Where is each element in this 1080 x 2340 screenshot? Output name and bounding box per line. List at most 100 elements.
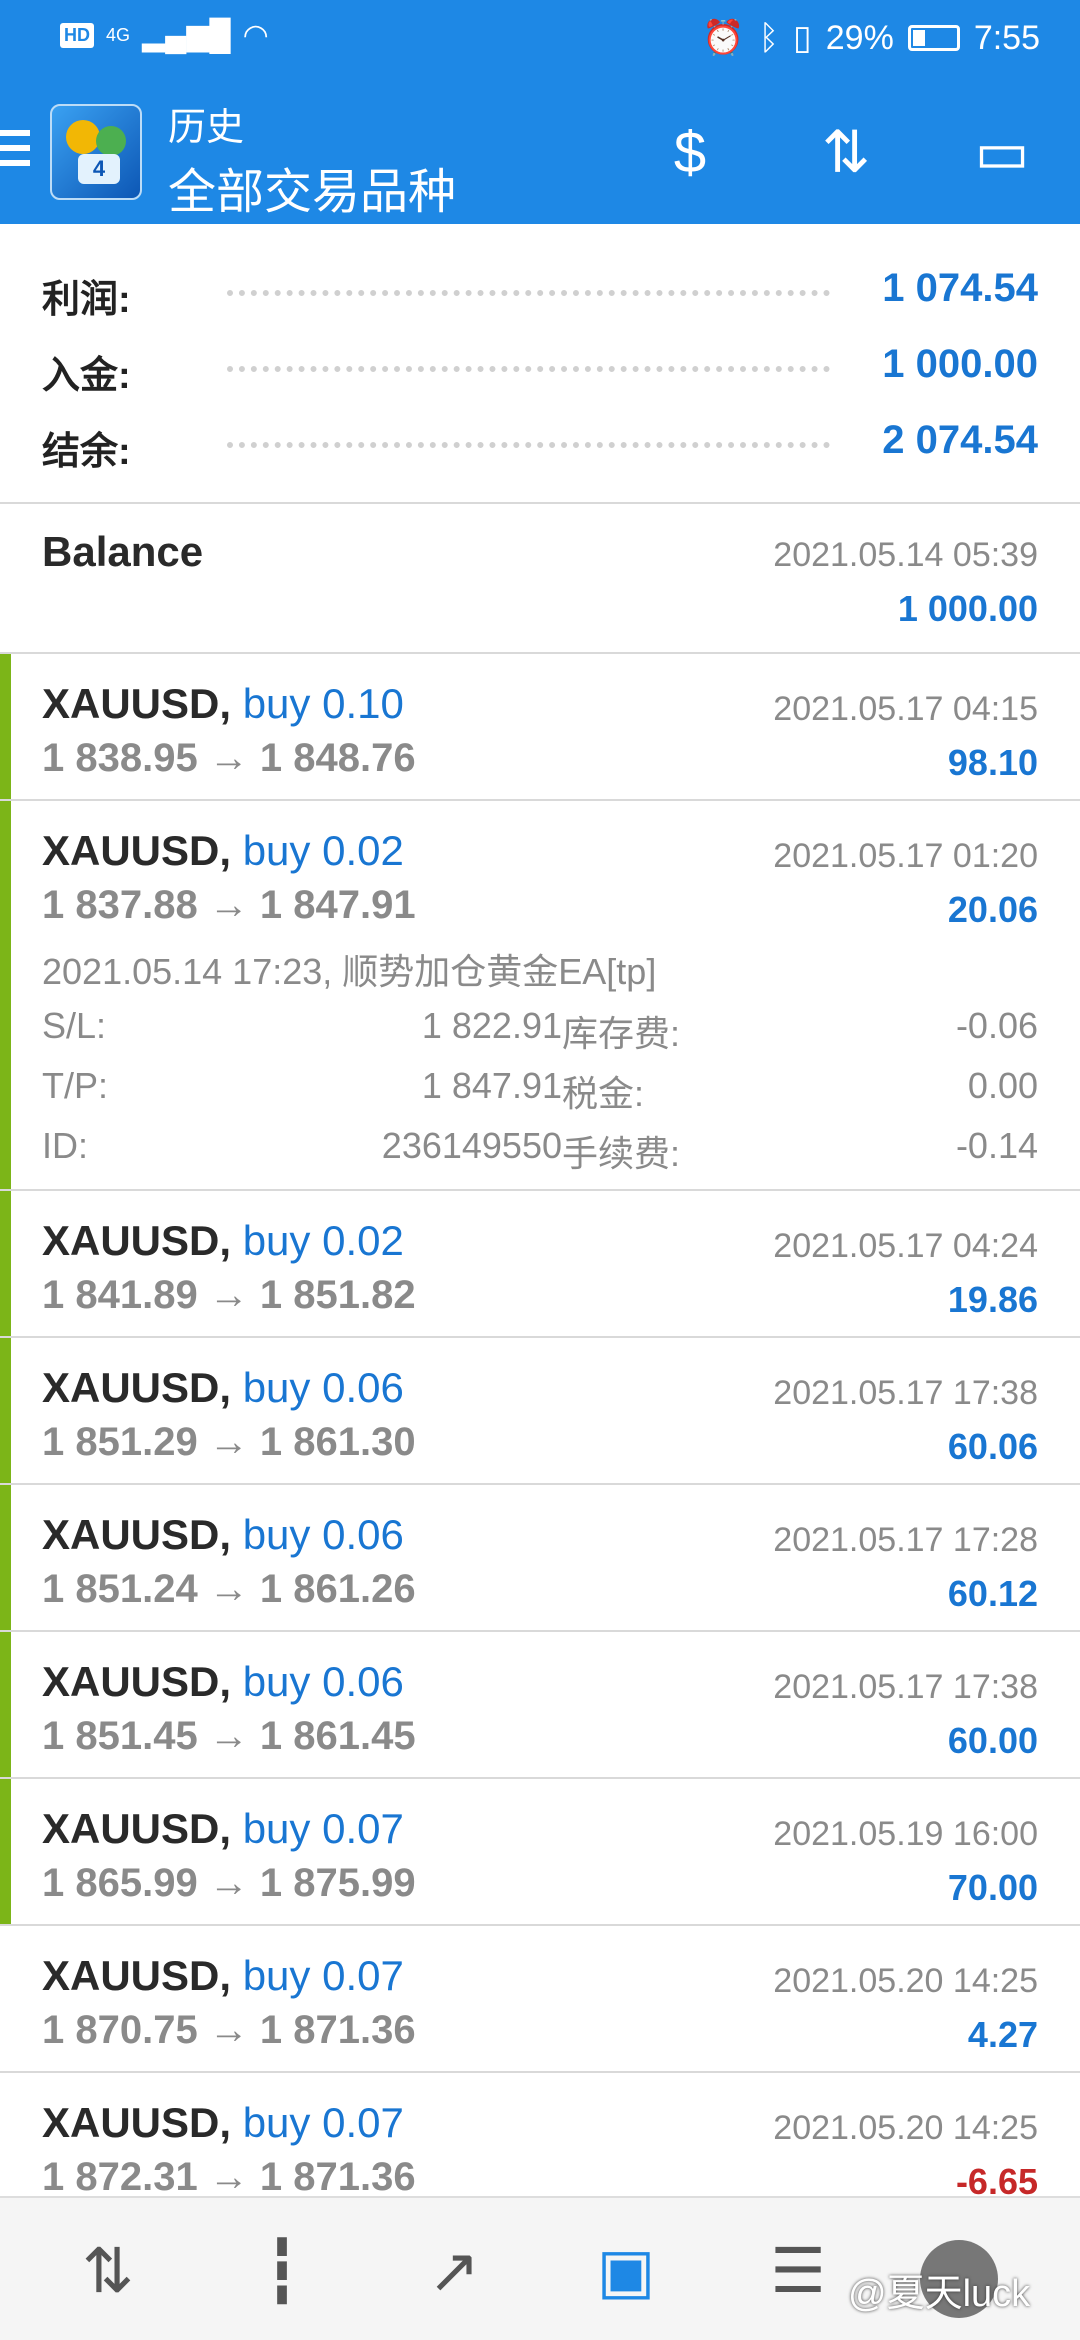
detail-row: S/L: 1 822.91 库存费: -0.06	[42, 1005, 1038, 1055]
trade-row[interactable]: XAUUSD, buy 0.02 1 841.89 → 1 851.82 202…	[0, 1191, 1080, 1338]
trade-profit: 20.06	[947, 889, 1038, 930]
balance-row[interactable]: Balance 2021.05.14 05:39 1 000.00	[0, 504, 1080, 654]
trade-profit: 60.00	[947, 1720, 1038, 1761]
trade-direction: buy 0.07	[242, 1952, 404, 1999]
detail-value: 1 847.91	[421, 1065, 562, 1106]
currency-exchange-icon[interactable]: $	[650, 118, 730, 188]
symbol-text: XAUUSD,	[42, 1805, 232, 1852]
dotted-leader	[227, 442, 830, 448]
symbol-text: XAUUSD,	[42, 1364, 232, 1411]
symbol-text: XAUUSD,	[42, 1511, 232, 1558]
trade-icon[interactable]: ↗	[414, 2232, 494, 2312]
menu-icon[interactable]	[0, 130, 30, 175]
detail-row: T/P: 1 847.91 税金: 0.00	[42, 1065, 1038, 1115]
history-icon[interactable]: ▣	[586, 2232, 666, 2312]
alarm-icon: ⏰	[702, 19, 745, 57]
sort-icon[interactable]: ⇅	[806, 118, 886, 188]
news-icon[interactable]: ☰	[758, 2232, 838, 2312]
summary-profit: 利润: 1 074.54	[42, 260, 1040, 321]
trade-symbol: XAUUSD, buy 0.06	[42, 1658, 404, 1706]
symbol-text: XAUUSD,	[42, 2099, 232, 2146]
detail-key: 税金:	[562, 1073, 645, 1114]
symbol-text: XAUUSD,	[42, 1952, 232, 1999]
detail-key: T/P:	[42, 1065, 109, 1106]
trade-prices: 1 851.29 → 1 861.30	[42, 1420, 416, 1464]
trade-symbol: XAUUSD, buy 0.07	[42, 2099, 404, 2147]
hd-badge: HD	[60, 23, 94, 48]
signal-icon: ▂▄▆█	[142, 19, 231, 52]
trade-symbol: XAUUSD, buy 0.06	[42, 1364, 404, 1412]
app-logo: 4	[50, 104, 142, 200]
status-bar: HD 4G ▂▄▆█ ◠ ⏰ ᛒ ▯ 29% 7:55	[0, 0, 1080, 82]
symbol-filter[interactable]: 全部交易品种	[168, 152, 456, 222]
detail-key: S/L:	[42, 1005, 107, 1046]
summary-panel: 利润: 1 074.54 入金: 1 000.00 结余: 2 074.54	[0, 224, 1080, 504]
detail-value: 1 822.91	[421, 1005, 562, 1046]
detail-key: 库存费:	[562, 1013, 681, 1054]
order-comment: 2021.05.14 17:23, 顺势加仓黄金EA[tp]	[42, 951, 657, 992]
trade-date: 2021.05.17 17:28	[773, 1521, 1038, 1559]
trade-date: 2021.05.17 04:15	[773, 690, 1038, 728]
balance-value: 1 000.00	[897, 588, 1038, 629]
detail-value: 0.00	[967, 1065, 1038, 1106]
trade-date: 2021.05.20 14:25	[773, 2109, 1038, 2147]
battery-icon	[907, 25, 960, 51]
detail-value: 236149550	[381, 1125, 562, 1166]
app-bar: 4 历史 全部交易品种 $ ⇅ ▭	[0, 82, 1080, 224]
trade-profit: 60.06	[947, 1426, 1038, 1467]
history-list: Balance 2021.05.14 05:39 1 000.00 XAUUSD…	[0, 504, 1080, 2220]
summary-deposit: 入金: 1 000.00	[42, 336, 1040, 397]
trade-prices: 1 870.75 → 1 871.36	[42, 2008, 416, 2052]
trade-date: 2021.05.20 14:25	[773, 1962, 1038, 2000]
trade-direction: buy 0.07	[242, 2099, 404, 2146]
trade-row[interactable]: XAUUSD, buy 0.06 1 851.24 → 1 861.26 202…	[0, 1485, 1080, 1632]
detail-key: ID:	[42, 1125, 89, 1166]
trade-row[interactable]: XAUUSD, buy 0.06 1 851.45 → 1 861.45 202…	[0, 1632, 1080, 1779]
trade-row[interactable]: XAUUSD, buy 0.10 1 838.95 → 1 848.76 202…	[0, 654, 1080, 801]
trade-prices: 1 837.88 → 1 847.91	[42, 883, 416, 927]
chart-icon[interactable]: ┇	[242, 2232, 322, 2312]
trade-row[interactable]: XAUUSD, buy 0.06 1 851.29 → 1 861.30 202…	[0, 1338, 1080, 1485]
trade-profit: 19.86	[947, 1279, 1038, 1320]
trade-profit: 4.27	[967, 2014, 1038, 2055]
vibrate-icon: ▯	[793, 19, 812, 57]
detail-key: 手续费:	[562, 1133, 681, 1174]
trade-profit: 98.10	[947, 742, 1038, 783]
detail-value: -0.14	[955, 1125, 1038, 1166]
balance-label: Balance	[42, 528, 204, 575]
trade-direction: buy 0.10	[242, 680, 404, 727]
trade-date: 2021.05.17 17:38	[773, 1668, 1038, 1706]
summary-label: 利润:	[42, 279, 131, 321]
trade-symbol: XAUUSD, buy 0.02	[42, 1217, 404, 1265]
trade-symbol: XAUUSD, buy 0.02	[42, 827, 404, 875]
trade-direction: buy 0.07	[242, 1805, 404, 1852]
calendar-icon[interactable]: ▭	[962, 118, 1042, 188]
trade-symbol: XAUUSD, buy 0.06	[42, 1511, 404, 1559]
trade-direction: buy 0.06	[242, 1511, 404, 1558]
trade-prices: 1 851.24 → 1 861.26	[42, 1567, 416, 1611]
summary-value: 1 074.54	[882, 266, 1038, 310]
trade-symbol: XAUUSD, buy 0.07	[42, 1805, 404, 1853]
summary-value: 2 074.54	[882, 418, 1038, 462]
detail-value: -0.06	[955, 1005, 1038, 1046]
watermark: @夏天luck	[848, 2273, 1031, 2315]
quotes-icon[interactable]: ⇅	[68, 2232, 148, 2312]
trade-prices: 1 872.31 → 1 871.36	[42, 2155, 416, 2199]
trade-symbol: XAUUSD, buy 0.07	[42, 1952, 404, 2000]
balance-date: 2021.05.14 05:39	[773, 536, 1038, 574]
trade-date: 2021.05.19 16:00	[773, 1815, 1038, 1853]
trade-date: 2021.05.17 17:38	[773, 1374, 1038, 1412]
battery-percent: 29%	[825, 18, 894, 57]
trade-row-expanded[interactable]: XAUUSD, buy 0.02 1 837.88 → 1 847.91 202…	[0, 801, 1080, 1191]
trade-direction: buy 0.06	[242, 1658, 404, 1705]
detail-row: ID: 236149550 手续费: -0.14	[42, 1125, 1038, 1175]
trade-prices: 1 838.95 → 1 848.76	[42, 736, 416, 780]
trade-row[interactable]: XAUUSD, buy 0.07 1 865.99 → 1 875.99 202…	[0, 1779, 1080, 1926]
bottom-nav: ⇅ ┇ ↗ ▣ ☰ @夏天luck	[0, 2196, 1080, 2340]
trade-prices: 1 865.99 → 1 875.99	[42, 1861, 416, 1905]
network-indicator: 4G	[106, 25, 131, 45]
trade-row[interactable]: XAUUSD, buy 0.07 1 870.75 → 1 871.36 202…	[0, 1926, 1080, 2073]
clock: 7:55	[973, 18, 1040, 57]
dotted-leader	[227, 290, 830, 296]
trade-direction: buy 0.02	[242, 827, 404, 874]
